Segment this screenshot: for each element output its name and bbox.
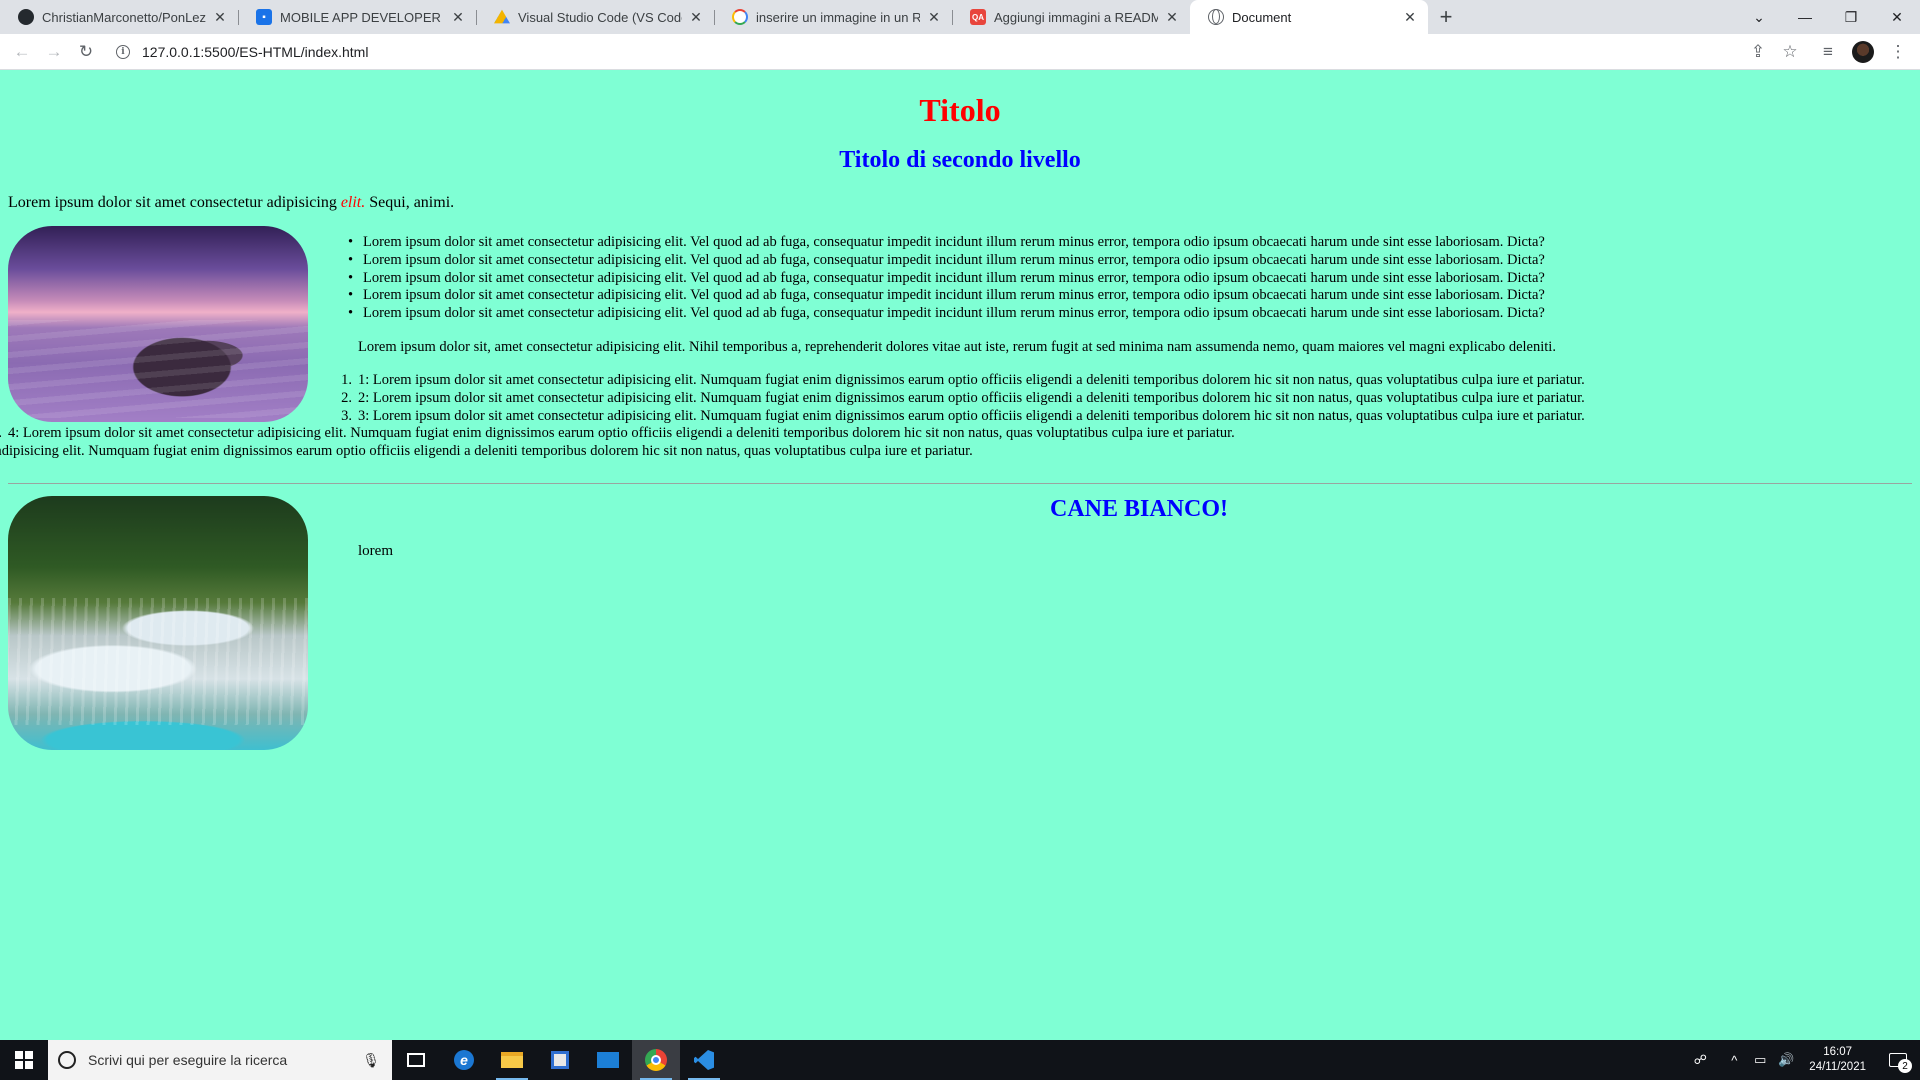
store-icon	[551, 1051, 569, 1069]
google-drive-icon	[494, 9, 510, 24]
page-title: Titolo	[919, 92, 1001, 128]
tab-google-search[interactable]: inserire un immagine in un READ ✕	[714, 0, 952, 34]
site-info-icon[interactable]: i	[116, 44, 130, 59]
clock-time: 16:07	[1823, 1046, 1853, 1058]
github-icon	[18, 9, 34, 25]
clock[interactable]: 16:07 24/11/2021	[1799, 1045, 1876, 1075]
task-view-button[interactable]	[392, 1040, 440, 1080]
tab-title: MOBILE APP DEVELOPER MAXW	[280, 9, 444, 25]
list-item: 5.5: Lorem ipsum dolor sit amet consecte…	[0, 443, 973, 460]
horizontal-divider	[8, 482, 1912, 484]
file-explorer-app[interactable]	[488, 1040, 536, 1080]
new-tab-button[interactable]: +	[1428, 0, 1464, 34]
list-item: 2. 2: Lorem ipsum dolor sit amet consecte…	[341, 389, 1585, 406]
restore-button[interactable]: ❐	[1828, 0, 1874, 34]
tab-title: ChristianMarconetto/PonLezione	[42, 9, 206, 25]
tab-document[interactable]: Document ✕	[1190, 0, 1428, 34]
tab-mobile-app-developer[interactable]: ▪ MOBILE APP DEVELOPER MAXW ✕	[238, 0, 476, 34]
network-icon[interactable]: ▭	[1747, 1052, 1773, 1068]
window-controls: ⌄ — ❐ ✕	[1736, 0, 1920, 34]
content-section-1: Lorem ipsum dolor sit amet consectetur a…	[0, 226, 1920, 461]
contact-card-icon: ▪	[256, 9, 272, 25]
microphone-icon[interactable]: 🎙	[362, 1052, 380, 1069]
people-icon[interactable]: ☍	[1687, 1052, 1713, 1068]
list-item: 4.4: Lorem ipsum dolor sit amet consecte…	[0, 425, 1235, 442]
cortana-circle-icon	[58, 1051, 76, 1069]
folder-icon	[501, 1052, 523, 1068]
chrome-app[interactable]	[632, 1040, 680, 1080]
page-viewport: Titolo Titolo di secondo livello Lorem i…	[0, 70, 1920, 1040]
notification-badge: 2	[1898, 1059, 1912, 1073]
google-icon	[732, 9, 748, 25]
bookmark-star-icon[interactable]: ☆	[1774, 36, 1806, 68]
intro-emphasis: elit.	[340, 194, 366, 211]
url-text: 127.0.0.1:5500/ES-HTML/index.html	[142, 43, 369, 60]
chrome-icon	[645, 1049, 667, 1071]
clock-date: 24/11/2021	[1809, 1061, 1866, 1073]
tab-title: Visual Studio Code (VS Code + H	[518, 9, 682, 25]
globe-icon	[1208, 9, 1224, 25]
chevron-up-icon[interactable]: ^	[1721, 1053, 1747, 1068]
start-button[interactable]	[0, 1040, 48, 1080]
tab-title: inserire un immagine in un READ	[756, 9, 920, 25]
close-window-button[interactable]: ✕	[1874, 0, 1920, 34]
tab-title: Document	[1232, 9, 1292, 25]
close-icon[interactable]: ✕	[212, 9, 228, 26]
mail-app[interactable]	[584, 1040, 632, 1080]
windows-logo-icon	[15, 1051, 33, 1069]
section-2-text: CANE BIANCO! lorem	[358, 496, 1920, 560]
menu-kebab-icon[interactable]: ⋮	[1882, 36, 1914, 68]
tab-visual-studio-code[interactable]: Visual Studio Code (VS Code + H ✕	[476, 0, 714, 34]
reading-list-icon[interactable]: ≡	[1812, 36, 1844, 68]
profile-avatar[interactable]	[1852, 40, 1874, 63]
vscode-app[interactable]	[680, 1040, 728, 1080]
reload-button[interactable]: ↻	[70, 36, 102, 68]
close-icon[interactable]: ✕	[926, 9, 942, 26]
tab-title: Aggiungi immagini a README.m	[994, 9, 1158, 25]
close-icon[interactable]: ✕	[450, 9, 466, 26]
tab-readme-images[interactable]: QA Aggiungi immagini a README.m ✕	[952, 0, 1190, 34]
close-icon[interactable]: ✕	[1164, 9, 1180, 26]
volume-icon[interactable]: 🔊	[1773, 1052, 1799, 1068]
vscode-icon	[694, 1050, 714, 1070]
content-section-2: CANE BIANCO! lorem	[8, 495, 1920, 750]
edge-app[interactable]: e	[440, 1040, 488, 1080]
windows-taskbar: Scrivi qui per eseguire la ricerca 🎙 e ☍…	[0, 1040, 1920, 1080]
list-item: 3. 3: Lorem ipsum dolor sit amet consecte…	[341, 407, 1585, 424]
ordered-list: 1. 1: Lorem ipsum dolor sit amet consecte…	[0, 371, 1920, 461]
intro-text: Lorem ipsum dolor sit amet consectetur a…	[8, 194, 341, 211]
close-icon[interactable]: ✕	[688, 9, 704, 26]
task-view-icon	[407, 1053, 425, 1067]
section-heading: CANE BIANCO!	[1049, 495, 1228, 522]
back-button[interactable]: ←	[6, 36, 38, 68]
page-subtitle: Titolo di secondo livello	[839, 147, 1081, 173]
forward-button[interactable]: →	[38, 36, 70, 68]
tab-github[interactable]: ChristianMarconetto/PonLezione ✕	[0, 0, 238, 34]
minimize-button[interactable]: —	[1782, 0, 1828, 34]
taskbar-search-box[interactable]: Scrivi qui per eseguire la ricerca 🎙	[48, 1040, 392, 1080]
section-text: lorem	[358, 542, 393, 559]
qa-icon: QA	[970, 9, 986, 25]
intro-paragraph: Lorem ipsum dolor sit amet consectetur a…	[8, 194, 1920, 212]
edge-icon: e	[454, 1050, 474, 1070]
close-icon[interactable]: ✕	[1402, 9, 1418, 26]
intro-text-end: Sequi, animi.	[365, 194, 455, 211]
tab-strip: ChristianMarconetto/PonLezione ✕ ▪ MOBIL…	[0, 0, 1920, 34]
share-icon[interactable]: ⇪	[1742, 36, 1774, 68]
mail-icon	[597, 1052, 619, 1068]
waterfall-image	[8, 495, 308, 750]
search-placeholder: Scrivi qui per eseguire la ricerca	[88, 1052, 288, 1068]
tab-search-chevron-icon[interactable]: ⌄	[1736, 0, 1782, 34]
notification-center-button[interactable]: 2	[1876, 1040, 1920, 1080]
store-app[interactable]	[536, 1040, 584, 1080]
list-item: 1. 1: Lorem ipsum dolor sit amet consecte…	[341, 371, 1585, 388]
address-bar[interactable]: i 127.0.0.1:5500/ES-HTML/index.html	[110, 38, 1742, 66]
browser-toolbar: ← → ↻ i 127.0.0.1:5500/ES-HTML/index.htm…	[0, 34, 1920, 70]
system-tray: ☍ ^ ▭ 🔊 16:07 24/11/2021 2	[1687, 1040, 1920, 1080]
